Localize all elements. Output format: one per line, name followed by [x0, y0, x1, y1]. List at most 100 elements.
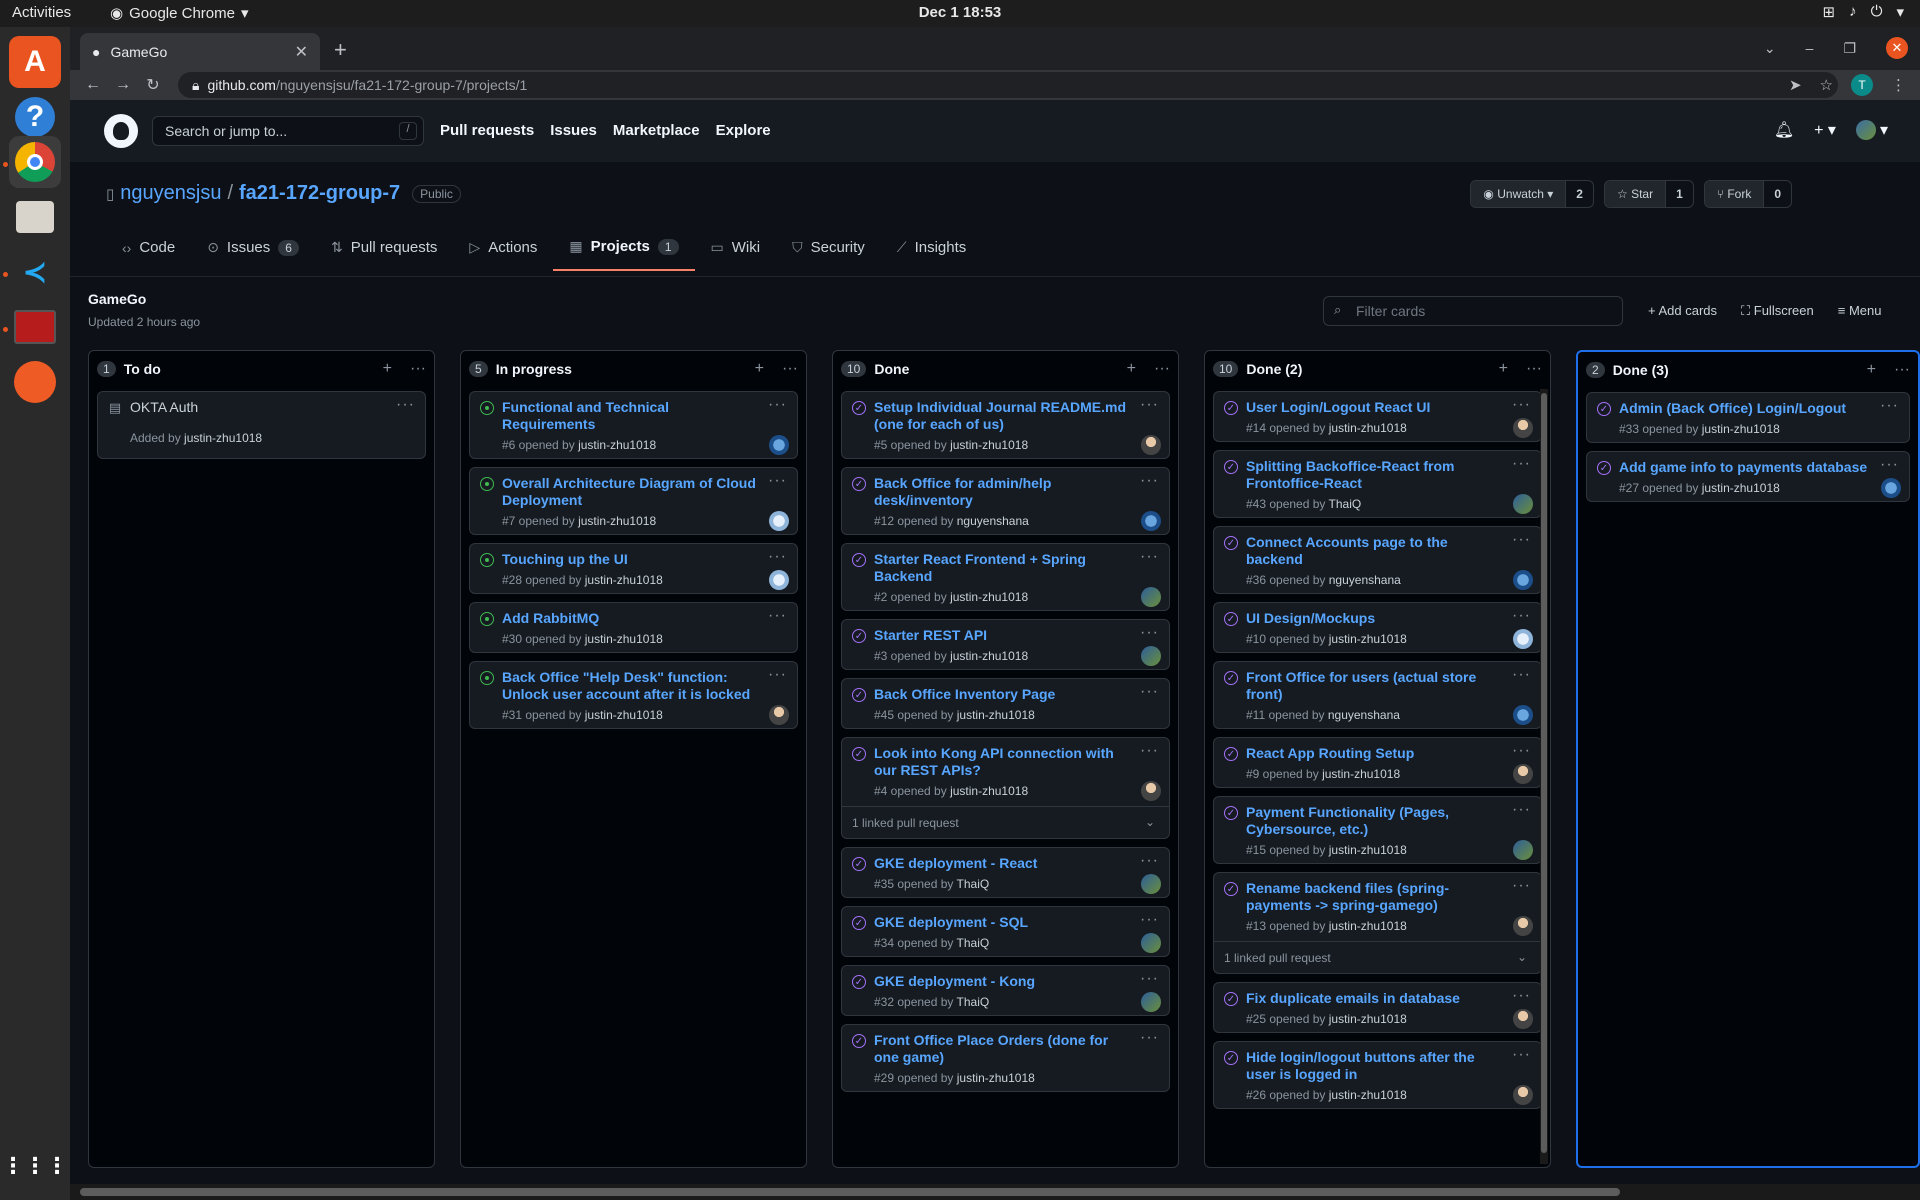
scrollbar-thumb[interactable] — [80, 1188, 1620, 1196]
card-user-link[interactable]: ThaiQ — [1329, 497, 1362, 511]
card-user-link[interactable]: justin-zhu1018 — [950, 590, 1028, 604]
card-menu-icon[interactable]: ··· — [1140, 548, 1159, 566]
card-menu-icon[interactable]: ··· — [1512, 666, 1531, 684]
back-icon[interactable]: ← — [78, 76, 108, 94]
card-title[interactable]: Payment Functionality (Pages, Cybersourc… — [1246, 804, 1501, 838]
repo-name-link[interactable]: fa21-172-group-7 — [239, 182, 400, 205]
column-scrollbar[interactable] — [1540, 389, 1548, 1164]
card-title[interactable]: Touching up the UI — [502, 551, 757, 568]
repo-owner-link[interactable]: nguyensjsu — [120, 182, 221, 205]
avatar[interactable] — [1513, 629, 1533, 649]
issue-card[interactable]: ✓ GKE deployment - Kong #32 opened by Thai… — [841, 965, 1170, 1016]
github-logo-icon[interactable] — [104, 114, 138, 148]
issue-card[interactable]: ✓ Front Office for users (actual store fr… — [1213, 661, 1542, 729]
issue-card[interactable]: ✓ React App Routing Setup #9 opened by jus… — [1213, 737, 1542, 788]
card-title[interactable]: GKE deployment - Kong — [874, 973, 1129, 990]
watch-count[interactable]: 2 — [1565, 181, 1593, 207]
column-menu-icon[interactable]: ··· — [410, 360, 426, 378]
add-card-icon[interactable]: + — [1867, 361, 1876, 379]
card-menu-icon[interactable]: ··· — [1512, 1046, 1531, 1064]
avatar[interactable] — [1513, 840, 1533, 860]
chrome-dock-icon[interactable] — [9, 136, 61, 188]
issue-card[interactable]: ✓ Fix duplicate emails in database #25 ope… — [1213, 982, 1542, 1033]
avatar[interactable] — [1141, 874, 1161, 894]
card-user-link[interactable]: nguyenshana — [1329, 573, 1401, 587]
card-title[interactable]: Starter React Frontend + Spring Backend — [874, 551, 1129, 585]
card-menu-icon[interactable]: ··· — [768, 472, 787, 490]
new-tab-icon[interactable]: + — [334, 37, 347, 63]
issue-card[interactable]: ✓ Setup Individual Journal README.md (one… — [841, 391, 1170, 459]
note-card[interactable]: ▤ OKTA Auth Added by justin-zhu1018 ··· — [97, 391, 426, 459]
column-menu-icon[interactable]: ··· — [1154, 360, 1170, 378]
card-title[interactable]: Fix duplicate emails in database — [1246, 990, 1501, 1007]
card-user-link[interactable]: justin-zhu1018 — [1329, 1012, 1407, 1026]
tab-issues[interactable]: ⊙ Issues 6 — [191, 230, 315, 271]
card-menu-icon[interactable]: ··· — [1140, 911, 1159, 929]
tab-search-icon[interactable]: ⌄ — [1764, 40, 1776, 57]
card-title[interactable]: User Login/Logout React UI — [1246, 399, 1501, 416]
tab-security[interactable]: ⛉ Security — [776, 230, 881, 271]
notifications-bell-icon[interactable]: 🔔︎ — [1774, 120, 1794, 140]
card-menu-icon[interactable]: ··· — [1512, 455, 1531, 473]
card-menu-icon[interactable]: ··· — [1140, 396, 1159, 414]
issue-card[interactable]: ✓ Splitting Backoffice-React from Frontof… — [1213, 450, 1542, 518]
card-title[interactable]: Back Office Inventory Page — [874, 686, 1129, 703]
card-user-link[interactable]: justin-zhu1018 — [1329, 421, 1407, 435]
card-user-link[interactable]: justin-zhu1018 — [1702, 481, 1780, 495]
avatar[interactable] — [769, 570, 789, 590]
column-menu-icon[interactable]: ··· — [1894, 361, 1910, 379]
restore-icon[interactable]: ❐ — [1843, 40, 1856, 57]
issue-card[interactable]: Add RabbitMQ #30 opened by justin-zhu1018… — [469, 602, 798, 653]
card-user-link[interactable]: justin-zhu1018 — [950, 649, 1028, 663]
card-user-link[interactable]: justin-zhu1018 — [950, 438, 1028, 452]
card-title[interactable]: Front Office Place Orders (done for one … — [874, 1032, 1129, 1066]
avatar[interactable] — [1881, 478, 1901, 498]
card-menu-icon[interactable]: ··· — [1140, 970, 1159, 988]
nav-explore[interactable]: Explore — [716, 122, 771, 139]
issue-card[interactable]: ✓ GKE deployment - SQL #34 opened by ThaiQ… — [841, 906, 1170, 957]
create-new-plus-icon[interactable]: + ▾ — [1814, 120, 1836, 140]
card-menu-icon[interactable]: ··· — [1880, 397, 1899, 415]
horizontal-scrollbar[interactable] — [70, 1184, 1920, 1200]
avatar[interactable] — [1141, 511, 1161, 531]
avatar[interactable] — [1513, 570, 1533, 590]
vscode-icon[interactable]: ≺ — [9, 246, 61, 298]
nav-issues[interactable]: Issues — [550, 122, 597, 139]
user-menu[interactable]: ▾ — [1855, 120, 1888, 140]
card-title[interactable]: UI Design/Mockups — [1246, 610, 1501, 627]
postman-icon[interactable] — [9, 356, 61, 408]
card-user-link[interactable]: justin-zhu1018 — [1702, 422, 1780, 436]
nav-marketplace[interactable]: Marketplace — [613, 122, 700, 139]
issue-card[interactable]: ✓ Look into Kong API connection with our … — [841, 737, 1170, 839]
card-title[interactable]: Overall Architecture Diagram of Cloud De… — [502, 475, 757, 509]
issue-card[interactable]: Functional and Technical Requirements #6 … — [469, 391, 798, 459]
close-tab-icon[interactable]: ✕ — [295, 42, 308, 62]
issue-card[interactable]: ✓ Back Office for admin/help desk/invento… — [841, 467, 1170, 535]
nav-pull-requests[interactable]: Pull requests — [440, 122, 534, 139]
avatar[interactable] — [1513, 418, 1533, 438]
card-title[interactable]: Starter REST API — [874, 627, 1129, 644]
add-cards-button[interactable]: + Add cards — [1648, 303, 1717, 319]
card-user-link[interactable]: justin-zhu1018 — [585, 573, 663, 587]
card-menu-icon[interactable]: ··· — [1512, 801, 1531, 819]
column-menu-icon[interactable]: ··· — [1526, 360, 1542, 378]
card-user-link[interactable]: justin-zhu1018 — [957, 1071, 1035, 1085]
card-user-link[interactable]: justin-zhu1018 — [1329, 843, 1407, 857]
card-title[interactable]: Functional and Technical Requirements — [502, 399, 757, 433]
issue-card[interactable]: Touching up the UI #28 opened by justin-z… — [469, 543, 798, 594]
card-title[interactable]: Front Office for users (actual store fro… — [1246, 669, 1501, 703]
browser-tab[interactable]: ● GameGo ✕ — [80, 33, 320, 70]
star-count[interactable]: 1 — [1665, 181, 1693, 207]
card-user-link[interactable]: justin-zhu1018 — [578, 514, 656, 528]
issue-card[interactable]: ✓ Hide login/logout buttons after the use… — [1213, 1041, 1542, 1109]
card-title[interactable]: Setup Individual Journal README.md (one … — [874, 399, 1129, 433]
issue-card[interactable]: ✓ Starter React Frontend + Spring Backend… — [841, 543, 1170, 611]
card-user-link[interactable]: nguyenshana — [957, 514, 1029, 528]
linked-pull-request-toggle[interactable]: 1 linked pull request ⌄ — [842, 806, 1169, 839]
send-icon[interactable]: ➤ — [1789, 76, 1802, 94]
forward-icon[interactable]: → — [108, 76, 138, 94]
tab-pull-requests[interactable]: ⇅ Pull requests — [315, 230, 453, 271]
card-menu-icon[interactable]: ··· — [1512, 877, 1531, 895]
fullscreen-button[interactable]: ⛶ Fullscreen — [1741, 303, 1814, 319]
card-menu-icon[interactable]: ··· — [1880, 456, 1899, 474]
